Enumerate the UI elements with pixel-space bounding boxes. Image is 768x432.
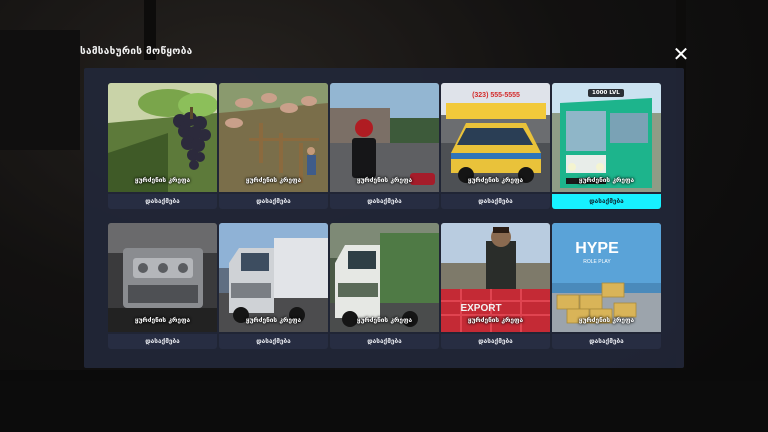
modal-title: სამსახურის მოწყობა bbox=[80, 46, 193, 57]
job-thumbnail-delivery[interactable]: HYPE ROLE PLAY ყურძენის კრეფა bbox=[552, 223, 661, 332]
employ-button-farm[interactable]: დასაქმება bbox=[219, 194, 328, 209]
job-selection-panel: ყურძენის კრეფა დასაქმება ყურძენის კრეფა და… bbox=[84, 68, 684, 368]
employ-button-trucker[interactable]: დასაქმება bbox=[219, 334, 328, 349]
hype-sub-text: ROLE PLAY bbox=[583, 259, 611, 265]
job-thumbnail-street[interactable]: ყურძენის კრეფა bbox=[330, 83, 439, 192]
level-requirement-badge: 1000 LVL bbox=[588, 89, 624, 97]
employ-button-taxi[interactable]: დასაქმება bbox=[441, 194, 550, 209]
job-card-street[interactable]: ყურძენის კრეფა დასაქმება bbox=[330, 83, 439, 209]
job-card-trucker[interactable]: ყურძენის კრეფა დასაქმება bbox=[219, 223, 328, 349]
job-card-delivery[interactable]: HYPE ROLE PLAY ყურძენის კრეფა დასაქმება bbox=[552, 223, 661, 349]
job-thumbnail-garbage[interactable]: ყურძენის კრეფა bbox=[330, 223, 439, 332]
job-thumbnail-trucker[interactable]: ყურძენის კრეფა bbox=[219, 223, 328, 332]
job-name-label: ყურძენის კრეფა bbox=[356, 176, 413, 184]
job-card-garbage[interactable]: ყურძენის კრეფა დასაქმება bbox=[330, 223, 439, 349]
taxi-sign-text: (323) 555-5555 bbox=[472, 92, 520, 99]
job-card-mechanic[interactable]: ყურძენის კრეფა დასაქმება bbox=[108, 223, 217, 349]
job-name-label: ყურძენის კრეფა bbox=[134, 176, 191, 184]
job-card-taxi[interactable]: (323) 555-5555 ყურძენის კრეფა დასაქმება bbox=[441, 83, 550, 209]
job-card-bus[interactable]: 1000 LVL ყურძენის კრეფა დასაქმება bbox=[552, 83, 661, 209]
employ-button-export[interactable]: დასაქმება bbox=[441, 334, 550, 349]
job-name-label: ყურძენის კრეფა bbox=[356, 316, 413, 324]
job-grid: ყურძენის კრეფა დასაქმება ყურძენის კრეფა და… bbox=[108, 83, 661, 349]
hype-logo-text: HYPE bbox=[575, 240, 619, 257]
job-thumbnail-taxi[interactable]: (323) 555-5555 ყურძენის კრეფა bbox=[441, 83, 550, 192]
job-name-label: ყურძენის კრეფა bbox=[134, 316, 191, 324]
job-name-label: ყურძენის კრეფა bbox=[245, 176, 302, 184]
employ-button-street[interactable]: დასაქმება bbox=[330, 194, 439, 209]
job-thumbnail-farm[interactable]: ყურძენის კრეფა bbox=[219, 83, 328, 192]
job-name-label: ყურძენის კრეფა bbox=[578, 176, 635, 184]
close-icon[interactable]: ✕ bbox=[671, 44, 691, 64]
employ-button-garbage[interactable]: დასაქმება bbox=[330, 334, 439, 349]
job-card-vineyard[interactable]: ყურძენის კრეფა დასაქმება bbox=[108, 83, 217, 209]
job-thumbnail-mechanic[interactable]: ყურძენის კრეფა bbox=[108, 223, 217, 332]
job-name-label: ყურძენის კრეფა bbox=[467, 316, 524, 324]
employ-button-mechanic[interactable]: დასაქმება bbox=[108, 334, 217, 349]
job-card-farm[interactable]: ყურძენის კრეფა დასაქმება bbox=[219, 83, 328, 209]
job-card-export[interactable]: EXPORT ყურძენის კრეფა დასაქმება bbox=[441, 223, 550, 349]
export-sign-text: EXPORT bbox=[460, 303, 501, 314]
job-name-label: ყურძენის კრეფა bbox=[245, 316, 302, 324]
employ-button-vineyard[interactable]: დასაქმება bbox=[108, 194, 217, 209]
job-thumbnail-bus[interactable]: 1000 LVL ყურძენის კრეფა bbox=[552, 83, 661, 192]
employ-button-bus[interactable]: დასაქმება bbox=[552, 194, 661, 209]
job-name-label: ყურძენის კრეფა bbox=[578, 316, 635, 324]
employ-button-delivery[interactable]: დასაქმება bbox=[552, 334, 661, 349]
job-name-label: ყურძენის კრეფა bbox=[467, 176, 524, 184]
job-thumbnail-export[interactable]: EXPORT ყურძენის კრეფა bbox=[441, 223, 550, 332]
job-thumbnail-vineyard[interactable]: ყურძენის კრეფა bbox=[108, 83, 217, 192]
